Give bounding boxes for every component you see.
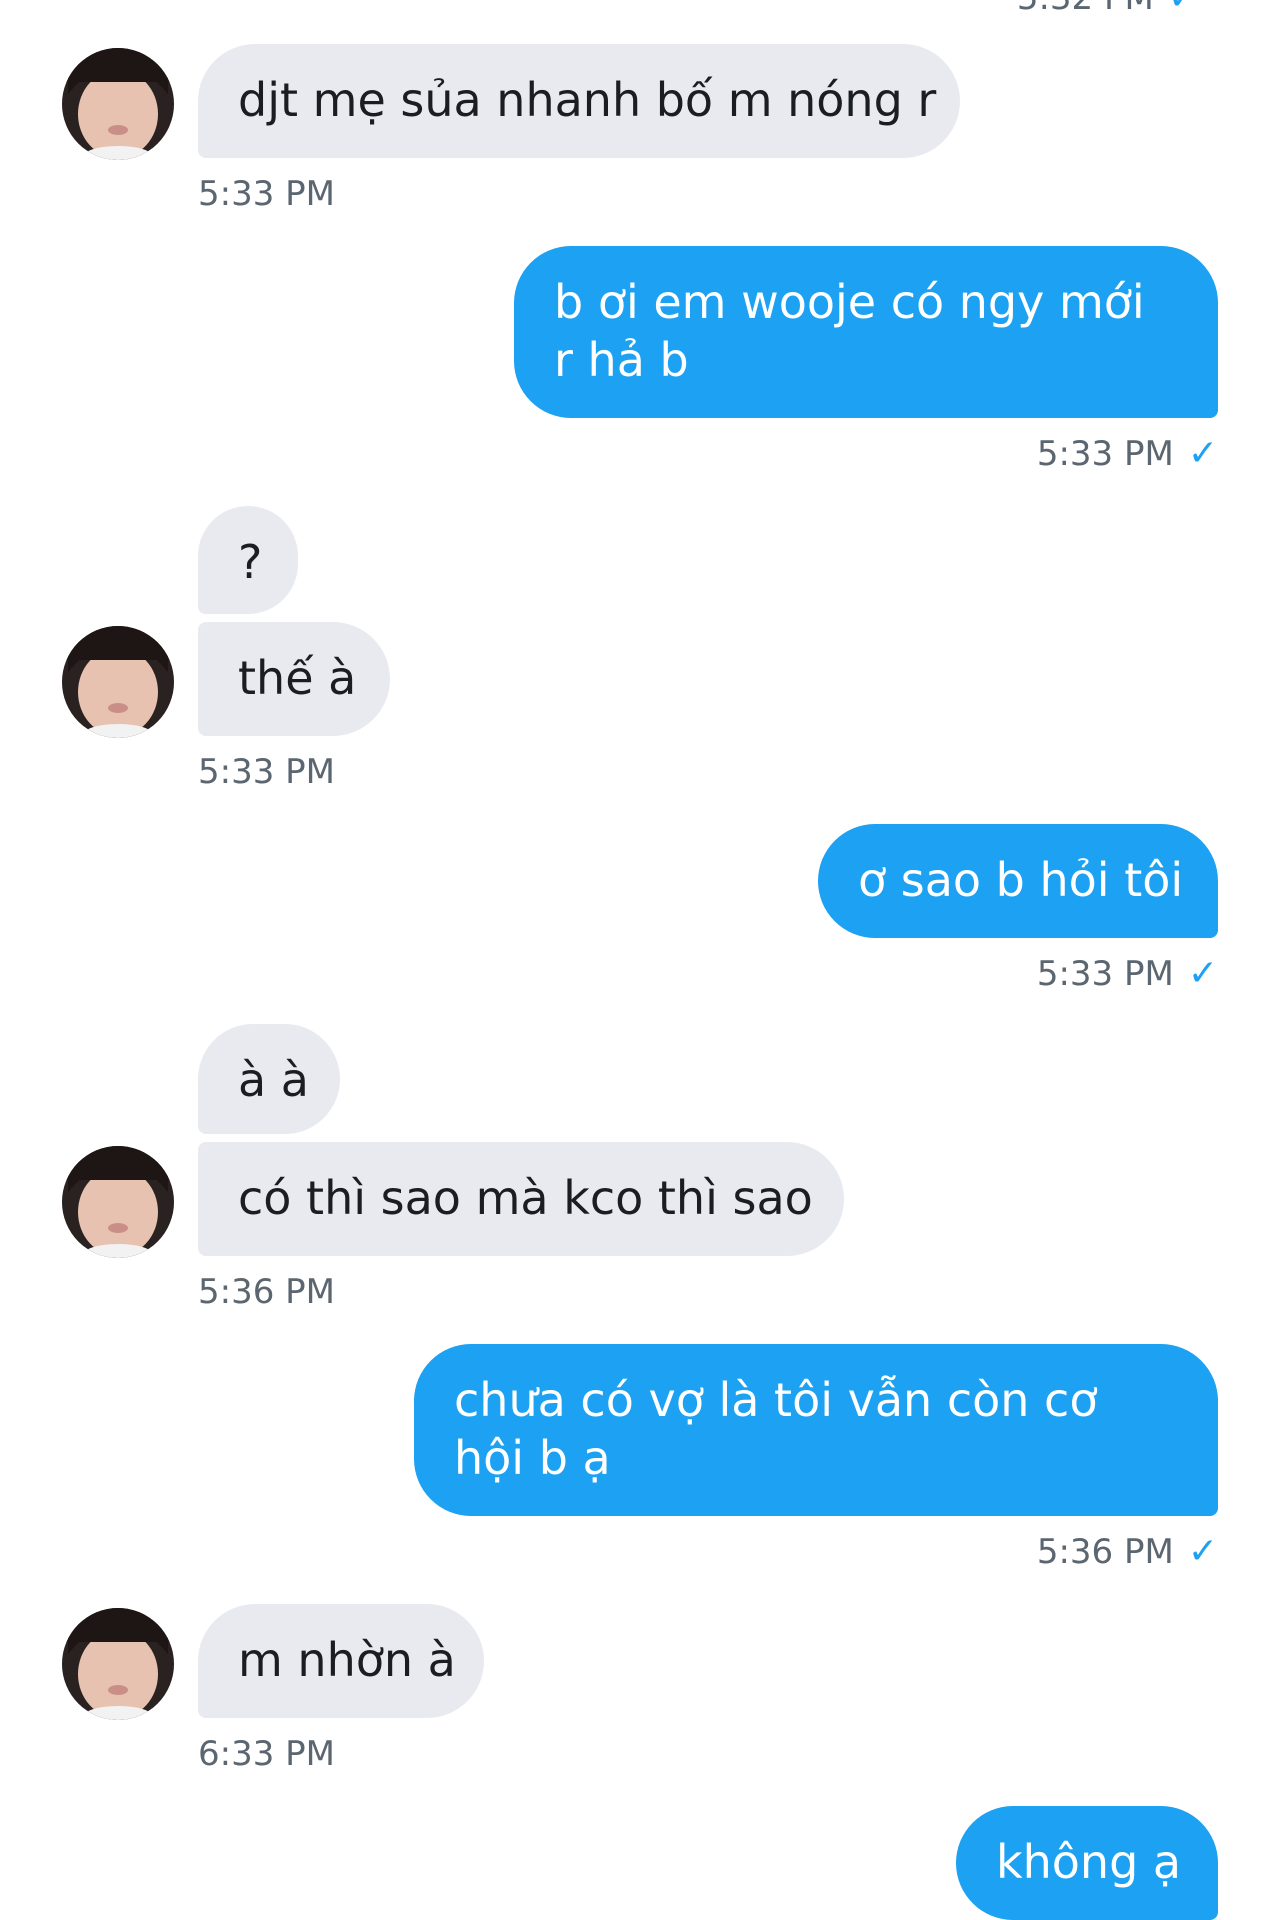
avatar-photo-icon [62,1608,174,1720]
avatar[interactable] [62,48,174,160]
outgoing-message-bubble[interactable]: chưa có vợ là tôi vẫn còn cơ hội b ạ [414,1344,1218,1516]
timestamp: 6:33 PM [198,1734,335,1774]
timestamp: 5:33 PM [198,174,335,214]
avatar-photo-icon [62,626,174,738]
avatar[interactable] [62,1608,174,1720]
incoming-message-bubble[interactable]: ? [198,506,298,614]
timestamp-read: 5:33 PM ✓ [1036,953,1218,995]
incoming-message-bubble[interactable]: có thì sao mà kco thì sao [198,1142,844,1256]
timestamp-read: 5:33 PM ✓ [1036,433,1218,475]
incoming-message-bubble[interactable]: djt mẹ sủa nhanh bố m nóng r [198,44,960,158]
read-check-icon: ✓ [1187,433,1218,474]
incoming-message-bubble[interactable]: thế à [198,622,390,736]
timestamp: 5:36 PM [198,1272,335,1312]
chat-screen: { "messages": { "m0_time": "5:32 PM", "m… [0,0,1266,1920]
avatar[interactable] [62,1146,174,1258]
avatar-photo-icon [62,1146,174,1258]
outgoing-message-bubble[interactable]: không ạ [956,1806,1218,1920]
outgoing-message-bubble[interactable]: b ơi em wooje có ngy mới r hả b [514,246,1218,418]
read-check-icon: ✓ [1187,953,1218,994]
avatar-photo-icon [62,48,174,160]
read-check-icon: ✓ [1168,0,1198,18]
incoming-message-bubble[interactable]: m nhờn à [198,1604,484,1718]
timestamp: 5:33 PM [198,752,335,792]
timestamp-cut: 5:32 PM✓ [1017,0,1198,18]
avatar[interactable] [62,626,174,738]
timestamp-read: 5:36 PM ✓ [1036,1531,1218,1573]
outgoing-message-bubble[interactable]: ơ sao b hỏi tôi [818,824,1218,938]
read-check-icon: ✓ [1187,1531,1218,1572]
incoming-message-bubble[interactable]: à à [198,1024,340,1134]
